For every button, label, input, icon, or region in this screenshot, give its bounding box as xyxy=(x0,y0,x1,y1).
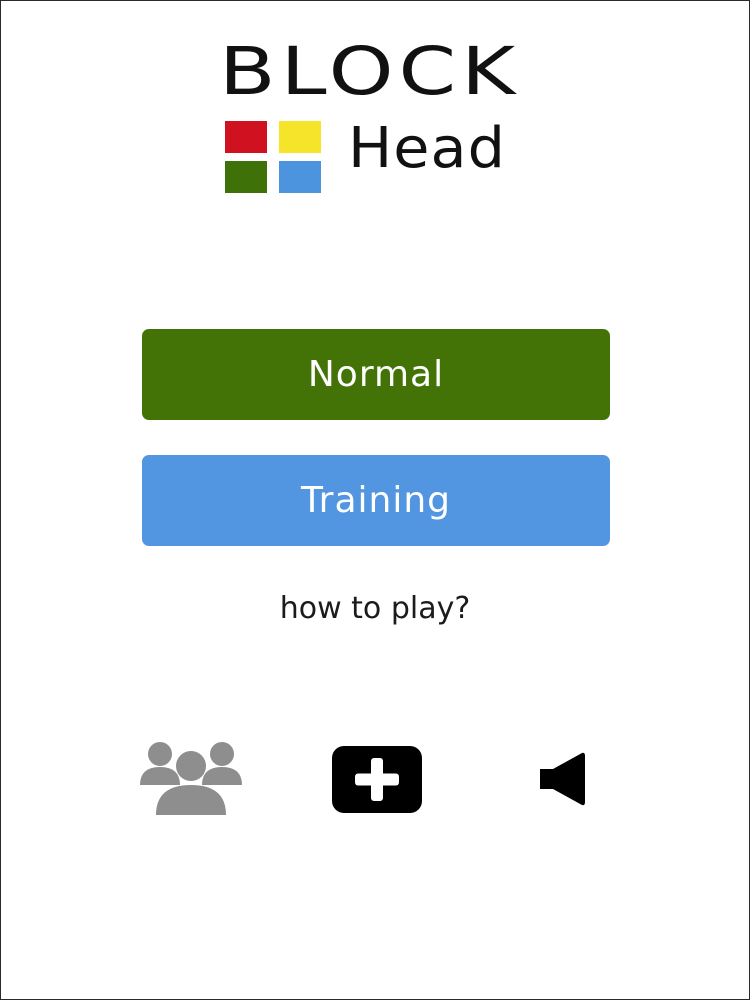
training-mode-label: Training xyxy=(300,480,452,521)
how-to-play-link[interactable]: how to play? xyxy=(1,591,749,626)
logo-subtitle: Head xyxy=(348,116,506,181)
yellow-block xyxy=(279,121,321,153)
normal-mode-label: Normal xyxy=(307,354,445,395)
blue-block xyxy=(279,161,321,193)
add-button[interactable] xyxy=(332,746,422,813)
home-screen: BLOCK Head Normal Training how to play? xyxy=(0,0,750,1000)
speaker-icon xyxy=(540,752,585,806)
training-mode-button[interactable]: Training xyxy=(142,455,610,546)
sound-button[interactable] xyxy=(538,752,586,806)
multiplayer-button[interactable] xyxy=(138,739,244,819)
plus-square-icon xyxy=(332,746,422,813)
red-block xyxy=(225,121,267,153)
group-people-icon xyxy=(140,742,242,815)
green-block xyxy=(225,161,267,193)
normal-mode-button[interactable]: Normal xyxy=(142,329,610,420)
game-logo: BLOCK Head xyxy=(1,1,749,211)
logo-title: BLOCK xyxy=(219,33,521,110)
